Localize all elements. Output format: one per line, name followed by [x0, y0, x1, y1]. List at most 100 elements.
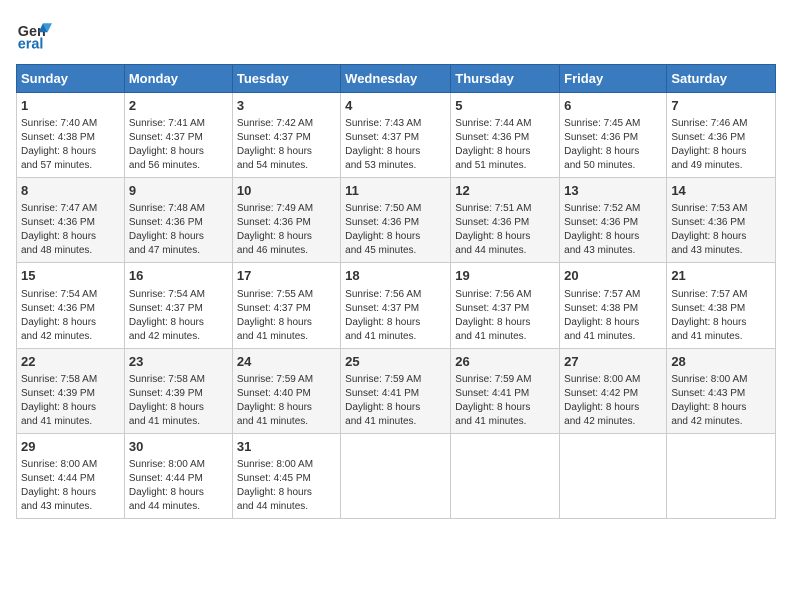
day-number: 23: [129, 353, 228, 371]
logo: Gen eral: [16, 16, 58, 52]
day-number: 11: [345, 182, 446, 200]
day-number: 30: [129, 438, 228, 456]
calendar-cell: 9 Sunrise: 7:48 AMSunset: 4:36 PMDayligh…: [124, 178, 232, 263]
day-number: 20: [564, 267, 662, 285]
day-info: Sunrise: 7:59 AMSunset: 4:41 PMDaylight:…: [455, 373, 555, 429]
day-info: Sunrise: 7:53 AMSunset: 4:36 PMDaylight:…: [671, 202, 771, 258]
day-info: Sunrise: 7:48 AMSunset: 4:36 PMDaylight:…: [129, 202, 228, 258]
calendar-cell: 8 Sunrise: 7:47 AMSunset: 4:36 PMDayligh…: [17, 178, 125, 263]
calendar-cell: 14 Sunrise: 7:53 AMSunset: 4:36 PMDaylig…: [667, 178, 776, 263]
column-header-sunday: Sunday: [17, 65, 125, 93]
day-number: 21: [671, 267, 771, 285]
day-info: Sunrise: 7:44 AMSunset: 4:36 PMDaylight:…: [455, 117, 555, 173]
calendar-cell: 31 Sunrise: 8:00 AMSunset: 4:45 PMDaylig…: [232, 433, 340, 518]
day-number: 13: [564, 182, 662, 200]
calendar-cell: [451, 433, 560, 518]
calendar-cell: 25 Sunrise: 7:59 AMSunset: 4:41 PMDaylig…: [341, 348, 451, 433]
day-info: Sunrise: 7:40 AMSunset: 4:38 PMDaylight:…: [21, 117, 120, 173]
day-number: 10: [237, 182, 336, 200]
logo-icon: Gen eral: [16, 16, 52, 52]
day-number: 12: [455, 182, 555, 200]
calendar-cell: 7 Sunrise: 7:46 AMSunset: 4:36 PMDayligh…: [667, 93, 776, 178]
calendar-cell: 4 Sunrise: 7:43 AMSunset: 4:37 PMDayligh…: [341, 93, 451, 178]
calendar-cell: 13 Sunrise: 7:52 AMSunset: 4:36 PMDaylig…: [560, 178, 667, 263]
day-info: Sunrise: 7:50 AMSunset: 4:36 PMDaylight:…: [345, 202, 446, 258]
day-info: Sunrise: 7:59 AMSunset: 4:40 PMDaylight:…: [237, 373, 336, 429]
day-info: Sunrise: 7:52 AMSunset: 4:36 PMDaylight:…: [564, 202, 662, 258]
week-row-4: 22 Sunrise: 7:58 AMSunset: 4:39 PMDaylig…: [17, 348, 776, 433]
day-number: 14: [671, 182, 771, 200]
day-info: Sunrise: 7:59 AMSunset: 4:41 PMDaylight:…: [345, 373, 446, 429]
column-header-wednesday: Wednesday: [341, 65, 451, 93]
calendar-cell: [341, 433, 451, 518]
day-info: Sunrise: 7:56 AMSunset: 4:37 PMDaylight:…: [345, 288, 446, 344]
column-header-saturday: Saturday: [667, 65, 776, 93]
day-number: 18: [345, 267, 446, 285]
calendar-cell: 2 Sunrise: 7:41 AMSunset: 4:37 PMDayligh…: [124, 93, 232, 178]
calendar-cell: 27 Sunrise: 8:00 AMSunset: 4:42 PMDaylig…: [560, 348, 667, 433]
column-header-thursday: Thursday: [451, 65, 560, 93]
day-number: 6: [564, 97, 662, 115]
calendar-table: SundayMondayTuesdayWednesdayThursdayFrid…: [16, 64, 776, 519]
calendar-cell: 11 Sunrise: 7:50 AMSunset: 4:36 PMDaylig…: [341, 178, 451, 263]
day-info: Sunrise: 7:51 AMSunset: 4:36 PMDaylight:…: [455, 202, 555, 258]
calendar-cell: 18 Sunrise: 7:56 AMSunset: 4:37 PMDaylig…: [341, 263, 451, 348]
calendar-cell: 10 Sunrise: 7:49 AMSunset: 4:36 PMDaylig…: [232, 178, 340, 263]
day-info: Sunrise: 7:49 AMSunset: 4:36 PMDaylight:…: [237, 202, 336, 258]
day-number: 4: [345, 97, 446, 115]
day-number: 3: [237, 97, 336, 115]
calendar-cell: [667, 433, 776, 518]
day-number: 27: [564, 353, 662, 371]
calendar-cell: 22 Sunrise: 7:58 AMSunset: 4:39 PMDaylig…: [17, 348, 125, 433]
column-header-friday: Friday: [560, 65, 667, 93]
day-info: Sunrise: 8:00 AMSunset: 4:44 PMDaylight:…: [129, 458, 228, 514]
day-number: 19: [455, 267, 555, 285]
calendar-cell: 20 Sunrise: 7:57 AMSunset: 4:38 PMDaylig…: [560, 263, 667, 348]
day-info: Sunrise: 8:00 AMSunset: 4:42 PMDaylight:…: [564, 373, 662, 429]
calendar-cell: 21 Sunrise: 7:57 AMSunset: 4:38 PMDaylig…: [667, 263, 776, 348]
day-number: 29: [21, 438, 120, 456]
calendar-cell: [560, 433, 667, 518]
day-number: 31: [237, 438, 336, 456]
day-number: 1: [21, 97, 120, 115]
calendar-cell: 16 Sunrise: 7:54 AMSunset: 4:37 PMDaylig…: [124, 263, 232, 348]
calendar-cell: 23 Sunrise: 7:58 AMSunset: 4:39 PMDaylig…: [124, 348, 232, 433]
calendar-cell: 12 Sunrise: 7:51 AMSunset: 4:36 PMDaylig…: [451, 178, 560, 263]
day-info: Sunrise: 7:57 AMSunset: 4:38 PMDaylight:…: [564, 288, 662, 344]
calendar-cell: 3 Sunrise: 7:42 AMSunset: 4:37 PMDayligh…: [232, 93, 340, 178]
column-header-tuesday: Tuesday: [232, 65, 340, 93]
day-number: 16: [129, 267, 228, 285]
page-header: Gen eral: [16, 16, 776, 52]
day-number: 8: [21, 182, 120, 200]
day-number: 15: [21, 267, 120, 285]
calendar-cell: 24 Sunrise: 7:59 AMSunset: 4:40 PMDaylig…: [232, 348, 340, 433]
day-number: 17: [237, 267, 336, 285]
day-info: Sunrise: 7:57 AMSunset: 4:38 PMDaylight:…: [671, 288, 771, 344]
calendar-cell: 1 Sunrise: 7:40 AMSunset: 4:38 PMDayligh…: [17, 93, 125, 178]
day-info: Sunrise: 7:55 AMSunset: 4:37 PMDaylight:…: [237, 288, 336, 344]
day-info: Sunrise: 7:47 AMSunset: 4:36 PMDaylight:…: [21, 202, 120, 258]
day-info: Sunrise: 8:00 AMSunset: 4:45 PMDaylight:…: [237, 458, 336, 514]
calendar-cell: 26 Sunrise: 7:59 AMSunset: 4:41 PMDaylig…: [451, 348, 560, 433]
calendar-cell: 15 Sunrise: 7:54 AMSunset: 4:36 PMDaylig…: [17, 263, 125, 348]
day-info: Sunrise: 7:54 AMSunset: 4:36 PMDaylight:…: [21, 288, 120, 344]
svg-text:eral: eral: [18, 36, 44, 52]
day-info: Sunrise: 8:00 AMSunset: 4:44 PMDaylight:…: [21, 458, 120, 514]
day-info: Sunrise: 7:46 AMSunset: 4:36 PMDaylight:…: [671, 117, 771, 173]
day-info: Sunrise: 7:58 AMSunset: 4:39 PMDaylight:…: [129, 373, 228, 429]
week-row-5: 29 Sunrise: 8:00 AMSunset: 4:44 PMDaylig…: [17, 433, 776, 518]
calendar-cell: 30 Sunrise: 8:00 AMSunset: 4:44 PMDaylig…: [124, 433, 232, 518]
calendar-cell: 5 Sunrise: 7:44 AMSunset: 4:36 PMDayligh…: [451, 93, 560, 178]
day-number: 28: [671, 353, 771, 371]
calendar-cell: 29 Sunrise: 8:00 AMSunset: 4:44 PMDaylig…: [17, 433, 125, 518]
calendar-cell: 28 Sunrise: 8:00 AMSunset: 4:43 PMDaylig…: [667, 348, 776, 433]
day-number: 24: [237, 353, 336, 371]
day-info: Sunrise: 7:45 AMSunset: 4:36 PMDaylight:…: [564, 117, 662, 173]
day-number: 5: [455, 97, 555, 115]
week-row-1: 1 Sunrise: 7:40 AMSunset: 4:38 PMDayligh…: [17, 93, 776, 178]
week-row-3: 15 Sunrise: 7:54 AMSunset: 4:36 PMDaylig…: [17, 263, 776, 348]
day-info: Sunrise: 7:56 AMSunset: 4:37 PMDaylight:…: [455, 288, 555, 344]
day-info: Sunrise: 7:41 AMSunset: 4:37 PMDaylight:…: [129, 117, 228, 173]
day-number: 22: [21, 353, 120, 371]
day-number: 7: [671, 97, 771, 115]
